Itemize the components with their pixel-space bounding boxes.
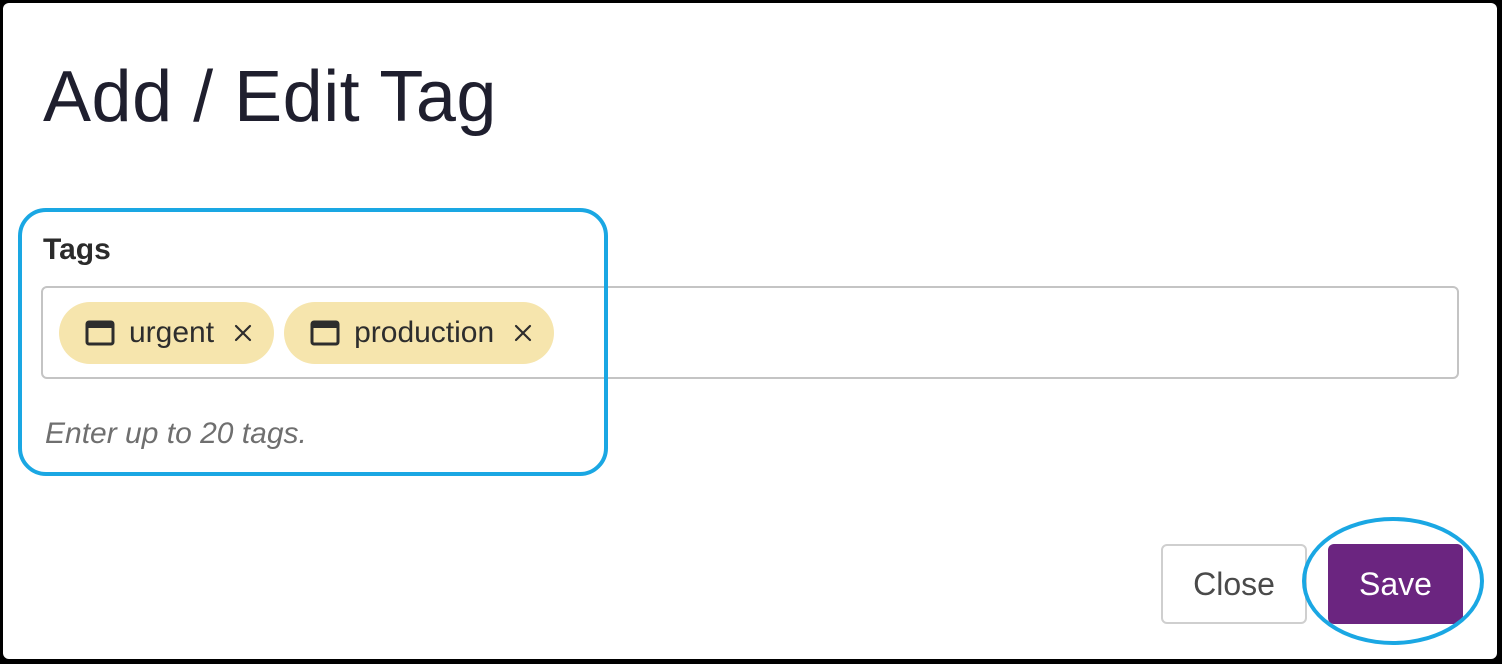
add-edit-tag-dialog: Add / Edit Tag Tags urgent production En… [3, 3, 1497, 659]
tag-list: urgent production [59, 302, 555, 364]
tags-input[interactable]: urgent production [41, 286, 1459, 379]
remove-tag-button[interactable] [506, 316, 540, 350]
remove-tag-button[interactable] [226, 316, 260, 350]
tag-chip: urgent [59, 302, 275, 364]
tags-helper-text: Enter up to 20 tags. [45, 417, 307, 450]
tags-field-label: Tags [43, 233, 111, 266]
close-icon [234, 324, 252, 342]
tag-chip: production [284, 302, 555, 364]
tag-label: production [354, 316, 495, 349]
window-icon [85, 320, 115, 346]
tag-label: urgent [129, 316, 215, 349]
dialog-title: Add / Edit Tag [43, 57, 497, 137]
save-button[interactable]: Save [1328, 544, 1463, 624]
window-icon [310, 320, 340, 346]
close-icon [515, 324, 532, 342]
close-button[interactable]: Close [1161, 544, 1307, 624]
